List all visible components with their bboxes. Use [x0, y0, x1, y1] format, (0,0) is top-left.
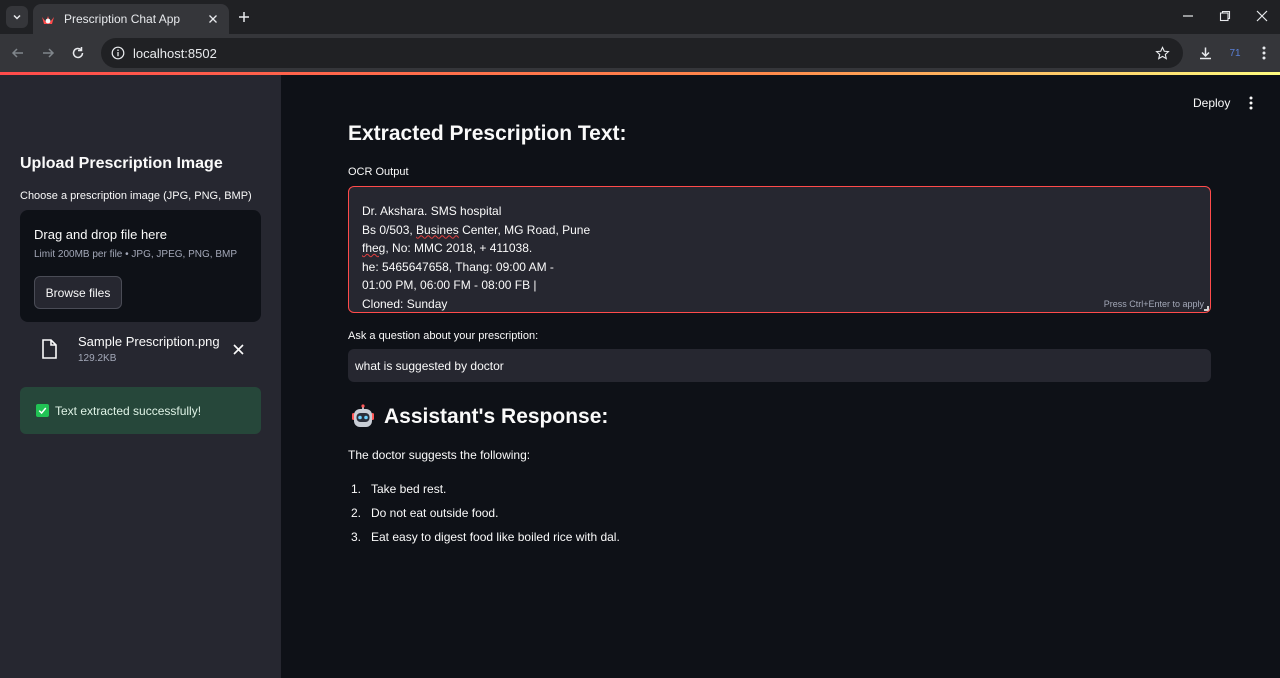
forward-arrow-icon[interactable]: [39, 44, 57, 62]
ocr-line: Bs 0/503, Busines Center, MG Road, Pune: [362, 221, 590, 240]
list-item-text: Do not eat outside food.: [371, 506, 499, 520]
download-icon[interactable]: [1196, 44, 1214, 62]
extracted-text-heading: Extracted Prescription Text:: [348, 122, 627, 145]
reload-icon[interactable]: [69, 44, 87, 62]
app-menu-icon[interactable]: [1244, 96, 1258, 110]
deploy-button[interactable]: Deploy: [1193, 96, 1230, 110]
tab-title: Prescription Chat App: [64, 12, 181, 26]
minimize-icon[interactable]: [1180, 8, 1196, 24]
question-input[interactable]: [348, 349, 1211, 382]
uploader-label: Choose a prescription image (JPG, PNG, B…: [20, 190, 252, 202]
list-item-number: 1.: [351, 482, 362, 496]
remove-file-icon[interactable]: [230, 341, 246, 357]
site-info-icon[interactable]: [111, 46, 125, 60]
browse-files-button[interactable]: Browse files: [34, 276, 122, 309]
list-item-number: 2.: [351, 506, 362, 520]
extension-badge-count: 71: [1229, 47, 1241, 59]
question-label: Ask a question about your prescription:: [348, 330, 539, 342]
response-intro: The doctor suggests the following:: [348, 448, 531, 462]
restore-icon[interactable]: [1217, 8, 1233, 24]
file-dropzone[interactable]: Drag and drop file here Limit 200MB per …: [20, 210, 261, 322]
close-window-icon[interactable]: [1254, 8, 1270, 24]
streamlit-favicon-icon: [41, 12, 55, 26]
robot-icon: [352, 404, 374, 427]
browser-menu-icon[interactable]: [1255, 44, 1273, 62]
ocr-line: fheg, No: MMC 2018, + 411038.: [362, 239, 590, 258]
file-name: Sample Prescription.png: [78, 334, 220, 349]
ocr-line: Dr. Akshara. SMS hospital: [362, 204, 502, 218]
dropzone-limits: Limit 200MB per file • JPG, JPEG, PNG, B…: [34, 249, 238, 260]
ocr-line-part: , No: MMC 2018, + 411038.: [385, 241, 533, 256]
address-bar[interactable]: localhost:8502: [101, 38, 1183, 68]
sidebar: Upload Prescription Image Choose a presc…: [0, 75, 281, 678]
response-title: Assistant's Response:: [384, 405, 609, 428]
extension-badge-icon[interactable]: 71: [1226, 44, 1244, 62]
ocr-line-part: Center, MG Road, Pune: [458, 222, 591, 237]
list-item-number: 3.: [351, 530, 362, 544]
dropzone-instructions: Drag and drop file here: [34, 227, 167, 242]
response-heading: Assistant's Response:: [350, 403, 608, 431]
resize-handle[interactable]: [1204, 306, 1209, 311]
ocr-line: Cloned: Sunday: [362, 296, 448, 311]
success-alert: Text extracted successfully!: [20, 387, 261, 434]
check-icon: [36, 404, 49, 417]
browser-titlebar: Prescription Chat App: [0, 0, 1280, 34]
ocr-output-textarea[interactable]: Dr. Akshara. SMS hospital Bs 0/503, Busin…: [348, 186, 1211, 313]
ocr-line: he: 5465647658, Thang: 09:00 AM -: [362, 259, 554, 274]
close-tab-icon[interactable]: [205, 11, 221, 27]
ocr-apply-hint: Press Ctrl+Enter to apply: [1103, 299, 1204, 309]
uploaded-file: Sample Prescription.png 129.2KB: [38, 333, 261, 369]
file-icon: [42, 339, 57, 359]
browser-tab[interactable]: Prescription Chat App: [33, 4, 229, 34]
ocr-line: 01:00 PM, 06:00 FM - 08:00 FB |: [362, 278, 537, 293]
spellcheck-word: fheg: [362, 241, 386, 256]
list-item-text: Eat easy to digest food like boiled rice…: [371, 530, 620, 544]
browser-toolbar: localhost:8502 71: [0, 34, 1280, 72]
ocr-text: Dr. Akshara. SMS hospital Bs 0/503, Busin…: [362, 202, 590, 312]
chevron-down-icon: [13, 14, 21, 20]
sidebar-title: Upload Prescription Image: [20, 155, 223, 172]
file-size: 129.2KB: [78, 353, 117, 364]
tab-search-button[interactable]: [6, 6, 28, 28]
list-item-text: Take bed rest.: [371, 482, 447, 496]
ocr-line-part: Bs 0/503,: [362, 222, 417, 237]
new-tab-icon[interactable]: [236, 9, 252, 25]
ocr-output-label: OCR Output: [348, 166, 409, 178]
success-message: Text extracted successfully!: [55, 403, 202, 418]
bookmark-star-icon[interactable]: [1155, 45, 1171, 61]
spellcheck-word: Busines: [416, 222, 459, 237]
url-text: localhost:8502: [133, 45, 217, 61]
back-arrow-icon[interactable]: [9, 44, 27, 62]
